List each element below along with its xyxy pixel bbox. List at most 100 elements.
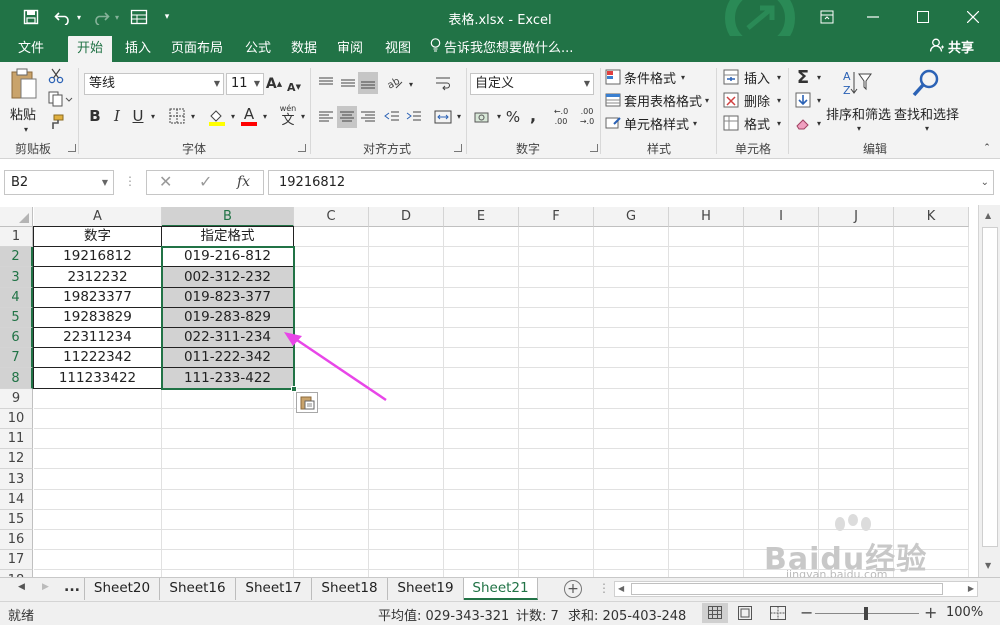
cell[interactable] [34,490,162,510]
cell[interactable] [669,490,744,510]
cell[interactable] [819,348,894,368]
cell[interactable] [894,389,969,409]
delete-cells-dropdown-icon[interactable]: ▾ [774,93,784,107]
table-cell[interactable]: 19216812 [33,246,162,267]
add-sheet-icon[interactable]: + [564,580,582,598]
column-header[interactable]: K [894,207,969,227]
cell[interactable] [744,328,819,348]
cell[interactable] [444,288,519,308]
row-header[interactable]: 3 [0,267,33,288]
tab-file[interactable]: 文件 [10,36,52,62]
cell[interactable] [594,348,669,368]
cell[interactable] [894,308,969,328]
cell[interactable] [519,510,594,530]
cell[interactable] [369,550,444,570]
expand-formula-bar-icon[interactable]: ⌄ [981,171,989,194]
cell[interactable] [894,469,969,490]
cell[interactable] [744,368,819,389]
cell[interactable] [294,308,369,328]
horizontal-scrollbar[interactable]: ◀ ▶ [614,581,978,597]
phonetic-button[interactable]: wén 文 [276,104,300,128]
cell[interactable] [519,267,594,288]
accounting-dropdown-icon[interactable]: ▾ [494,108,504,124]
cell[interactable] [594,510,669,530]
column-header[interactable]: J [819,207,894,227]
find-select-dropdown-icon[interactable]: ▾ [922,122,932,134]
merge-dropdown-icon[interactable]: ▾ [454,108,464,124]
scrollbar-thumb[interactable] [631,583,943,595]
orientation-dropdown-icon[interactable]: ▾ [406,76,416,92]
cell[interactable] [594,449,669,469]
cell[interactable] [294,288,369,308]
row-header[interactable]: 6 [0,328,33,348]
cell-styles-icon[interactable] [604,114,622,132]
ribbon-display-button[interactable] [804,0,850,34]
column-header[interactable]: D [369,207,444,227]
scroll-down-icon[interactable]: ▼ [985,561,991,570]
cell[interactable] [669,429,744,449]
cell[interactable] [744,288,819,308]
cell[interactable] [894,368,969,389]
table-cell[interactable]: 011-222-342 [161,347,294,368]
cell[interactable] [594,308,669,328]
fill-color-dropdown-icon[interactable]: ▾ [228,108,238,124]
cell[interactable] [369,247,444,267]
maximize-button[interactable] [900,0,946,34]
table-cell[interactable]: 111233422 [33,367,162,389]
clipboard-launcher-icon[interactable] [68,144,76,152]
table-header-cell[interactable]: 数字 [33,226,162,247]
cell[interactable] [894,227,969,247]
format-as-table-button[interactable]: 套用表格格式 [624,91,702,110]
cell[interactable] [669,389,744,409]
vertical-scrollbar[interactable]: ▲ ▼ [978,205,1000,577]
comma-button[interactable]: , [526,104,540,126]
cell[interactable] [594,267,669,288]
cell[interactable] [519,409,594,429]
find-select-button[interactable]: 查找和选择 [894,104,959,123]
tab-page-layout[interactable]: 页面布局 [164,36,230,62]
cell[interactable] [594,288,669,308]
row-header[interactable]: 1 [0,227,33,247]
cell[interactable] [519,550,594,570]
cell[interactable] [444,308,519,328]
table-cell[interactable]: 019-823-377 [161,287,294,308]
cell[interactable] [369,469,444,490]
decrease-indent-icon[interactable] [382,106,402,128]
cell[interactable] [162,449,294,469]
grow-font-button[interactable]: A ▲ [266,73,282,95]
cell[interactable] [519,490,594,510]
cell[interactable] [369,570,444,577]
cell[interactable] [819,490,894,510]
paste-options-button[interactable] [296,392,318,413]
cell[interactable] [594,469,669,490]
column-header[interactable]: I [744,207,819,227]
insert-cells-icon[interactable] [722,68,740,86]
cell[interactable] [34,409,162,429]
cell[interactable] [444,348,519,368]
table-cell[interactable]: 019-216-812 [161,246,294,267]
cell[interactable] [894,409,969,429]
merge-center-icon[interactable] [432,106,454,128]
scroll-up-icon[interactable]: ▲ [985,211,991,220]
cell[interactable] [444,570,519,577]
cell[interactable] [444,490,519,510]
zoom-slider-thumb[interactable] [864,607,868,620]
cell[interactable] [894,449,969,469]
table-cell[interactable]: 022-311-234 [161,327,294,348]
cell-styles-button[interactable]: 单元格样式 [624,114,689,133]
cell[interactable] [34,389,162,409]
cell[interactable] [162,510,294,530]
cell[interactable] [519,247,594,267]
row-header[interactable]: 7 [0,348,33,368]
format-cells-dropdown-icon[interactable]: ▾ [774,116,784,130]
cell[interactable] [894,247,969,267]
cell[interactable] [744,348,819,368]
cell[interactable] [294,267,369,288]
underline-dropdown-icon[interactable]: ▾ [148,108,158,124]
tab-data[interactable]: 数据 [284,36,324,62]
cell[interactable] [594,490,669,510]
cell[interactable] [444,247,519,267]
sheet-tab[interactable]: Sheet16 [160,578,236,600]
row-header[interactable]: 14 [0,490,33,510]
insert-function-button[interactable]: fx [237,174,250,190]
